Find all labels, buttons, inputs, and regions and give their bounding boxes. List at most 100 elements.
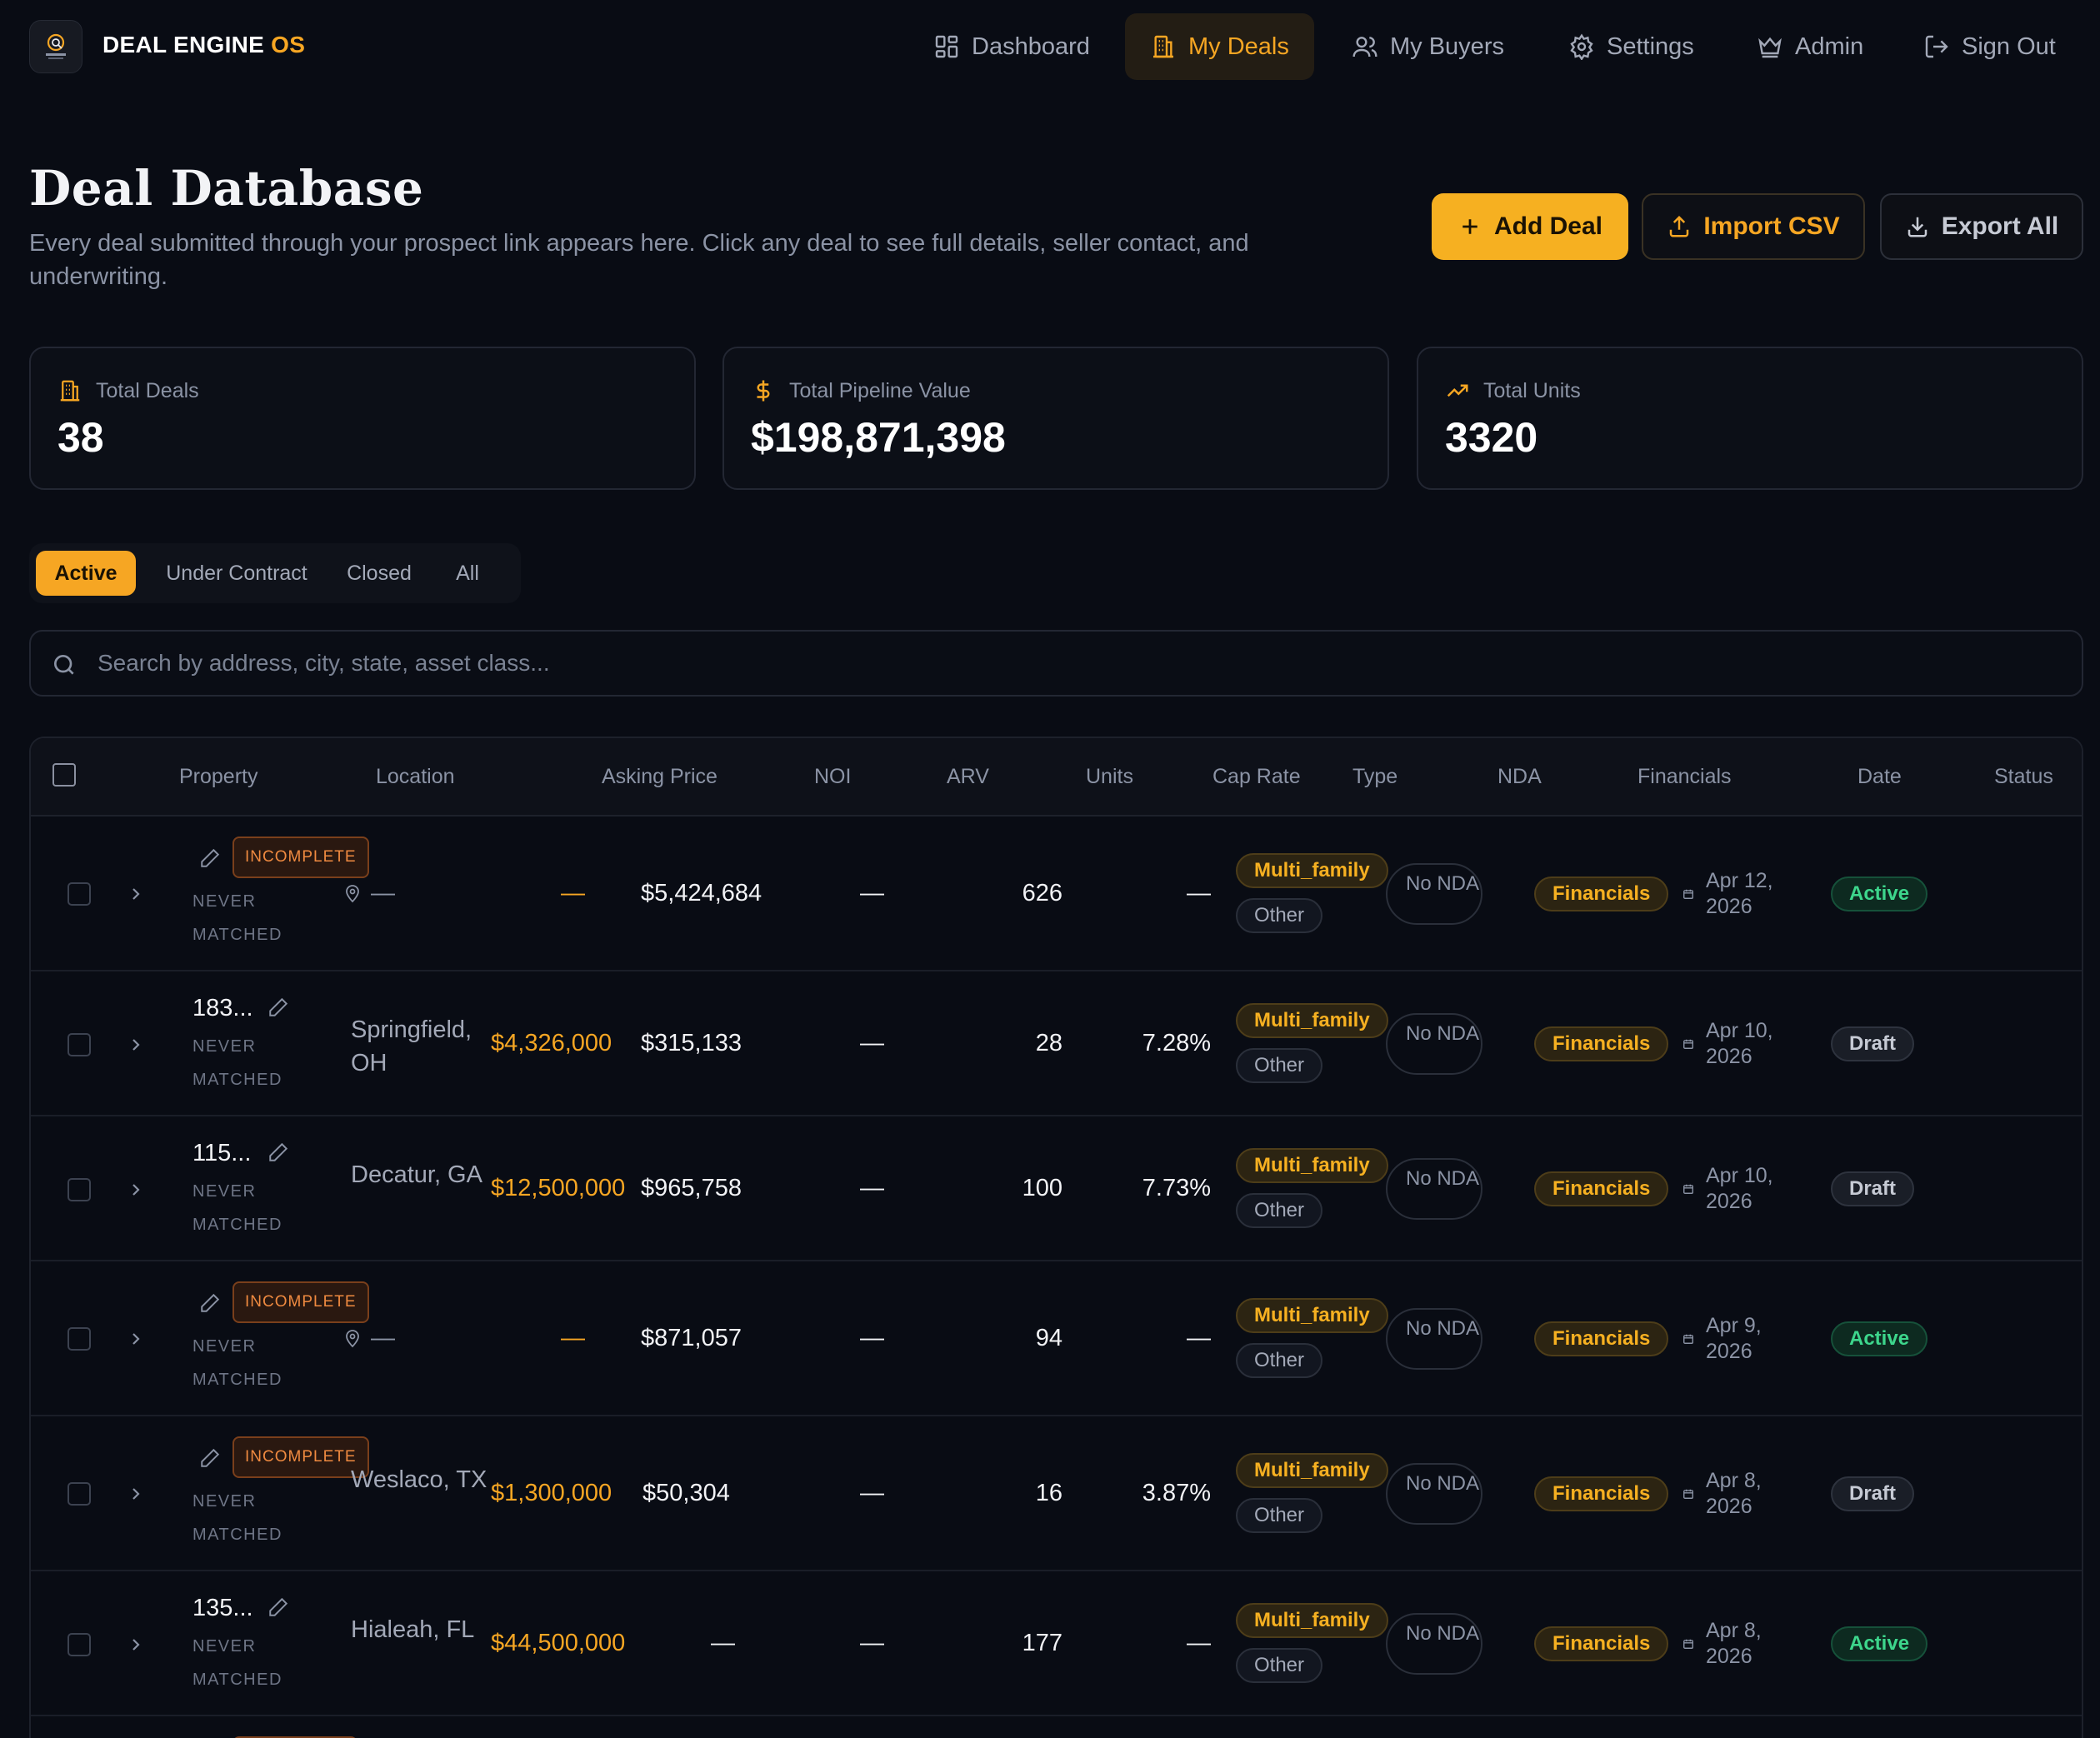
financials-pill[interactable]: Financials	[1534, 1476, 1669, 1511]
type-pill-secondary: Other	[1236, 1648, 1323, 1683]
brand-logo[interactable]	[29, 20, 82, 73]
sign-out-icon	[1925, 35, 1948, 58]
row-checkbox[interactable]	[68, 1033, 91, 1056]
nav-sign-out[interactable]: Sign Out	[1898, 13, 2081, 80]
column-header-financials[interactable]: Financials	[1638, 765, 1732, 789]
table-row[interactable]: INCOMPLETE NEVER MATCHED — — $5,424,684 …	[31, 817, 2082, 971]
nda-pill: No NDA	[1386, 1013, 1482, 1075]
asking-price-cell: —	[561, 1325, 585, 1351]
asking-price-cell: $1,300,000	[491, 1480, 612, 1506]
financials-pill[interactable]: Financials	[1534, 1171, 1669, 1206]
property-name[interactable]: 183...	[192, 995, 253, 1022]
import-csv-button[interactable]: Import CSV	[1642, 193, 1865, 260]
tab-closed[interactable]: Closed	[338, 551, 421, 596]
top-navbar: DEAL ENGINE OS Dashboard My Deals My Buye…	[0, 0, 2100, 93]
edit-icon[interactable]	[199, 1292, 221, 1314]
property-name[interactable]: 135...	[192, 1595, 253, 1622]
select-all-checkbox[interactable]	[52, 763, 76, 787]
arv-cell: —	[860, 880, 884, 906]
table-row[interactable]: 135... NEVER MATCHED Hialeah, FL $44,500…	[31, 1571, 2082, 1716]
nav-label: Settings	[1607, 32, 1694, 60]
calendar-icon	[1683, 889, 1693, 899]
export-all-button[interactable]: Export All	[1880, 193, 2083, 260]
edit-icon[interactable]	[268, 1141, 289, 1163]
type-pill: Multi_family	[1236, 1603, 1388, 1638]
table-row[interactable]: INCOMPLETE NEVER MATCHED Weslaco, TX $1,…	[31, 1416, 2082, 1571]
nav-label: Admin	[1795, 32, 1864, 60]
column-header-status[interactable]: Status	[1994, 765, 2053, 789]
property-name[interactable]: 115...	[192, 1140, 251, 1167]
column-header-noi[interactable]: NOI	[814, 765, 851, 789]
stat-label: Total Units	[1483, 378, 1581, 402]
chevron-right-icon[interactable]	[126, 1329, 146, 1349]
stat-card-total-deals: Total Deals 38	[29, 347, 696, 490]
nda-pill: No NDA	[1386, 1613, 1482, 1675]
table-row[interactable]: INCOMPLETE NEVER MATCHED — — $871,057 — …	[31, 1261, 2082, 1416]
column-header-nda[interactable]: NDA	[1498, 765, 1542, 789]
calendar-icon	[1683, 1039, 1693, 1049]
status-badge: Draft	[1831, 1476, 1915, 1511]
chevron-right-icon[interactable]	[126, 1035, 146, 1055]
chevron-right-icon[interactable]	[126, 1635, 146, 1655]
edit-icon[interactable]	[268, 996, 289, 1018]
add-deal-button[interactable]: Add Deal	[1432, 193, 1628, 260]
tab-under-contract[interactable]: Under Contract	[149, 551, 324, 596]
row-checkbox[interactable]	[68, 1482, 91, 1506]
nav-label: My Deals	[1188, 32, 1289, 60]
stat-label-row: Total Deals	[58, 378, 199, 403]
tab-active[interactable]: Active	[36, 551, 136, 596]
financials-pill[interactable]: Financials	[1534, 876, 1669, 911]
nav-settings[interactable]: Settings	[1543, 13, 1719, 80]
column-header-cap-rate[interactable]: Cap Rate	[1212, 765, 1301, 789]
row-checkbox[interactable]	[68, 1327, 91, 1351]
page-subtitle: Every deal submitted through your prospe…	[29, 230, 1249, 290]
nav-my-buyers[interactable]: My Buyers	[1327, 13, 1529, 80]
noi-cell: $315,133	[641, 1030, 742, 1056]
table-row[interactable]: 115... NEVER MATCHED Decatur, GA $12,500…	[31, 1116, 2082, 1261]
asking-price-cell: $12,500,000	[491, 1175, 626, 1201]
type-pill-secondary: Other	[1236, 898, 1323, 933]
nav-admin[interactable]: Admin	[1732, 13, 1888, 80]
dollar-icon	[757, 380, 770, 402]
arv-cell: —	[860, 1480, 884, 1506]
search-icon	[54, 655, 74, 675]
brand-name[interactable]: DEAL ENGINE OS	[102, 32, 305, 58]
column-header-arv[interactable]: ARV	[947, 765, 989, 789]
financials-pill[interactable]: Financials	[1534, 1321, 1669, 1356]
tab-all[interactable]: All	[434, 551, 501, 596]
date-cell: Apr 12, 2026	[1706, 869, 1773, 918]
column-header-property[interactable]: Property	[179, 765, 258, 789]
edit-icon[interactable]	[199, 847, 221, 869]
edit-icon[interactable]	[268, 1596, 289, 1618]
incomplete-badge: INCOMPLETE	[232, 837, 369, 878]
edit-icon[interactable]	[199, 1447, 221, 1469]
financials-pill[interactable]: Financials	[1534, 1626, 1669, 1661]
building-icon	[1153, 35, 1173, 58]
cap-rate-cell: 7.28%	[1142, 1030, 1211, 1056]
table-row[interactable]: 183... NEVER MATCHED Springfield, OH $4,…	[31, 971, 2082, 1116]
chevron-right-icon[interactable]	[126, 884, 146, 904]
column-header-date[interactable]: Date	[1858, 765, 1902, 789]
arv-cell: —	[860, 1030, 884, 1056]
chevron-right-icon[interactable]	[126, 1484, 146, 1504]
arv-cell: —	[860, 1175, 884, 1201]
row-checkbox[interactable]	[68, 882, 91, 906]
column-header-type[interactable]: Type	[1352, 765, 1398, 789]
chevron-right-icon[interactable]	[126, 1180, 146, 1200]
asking-price-cell: —	[561, 880, 585, 906]
column-header-units[interactable]: Units	[1086, 765, 1133, 789]
table-row[interactable]	[31, 1716, 2082, 1738]
location-cell: Weslaco, TX	[351, 1466, 488, 1493]
map-pin-icon	[346, 885, 359, 903]
units-cell: 177	[1022, 1630, 1062, 1656]
building-icon	[60, 380, 80, 402]
row-checkbox[interactable]	[68, 1178, 91, 1201]
financials-pill[interactable]: Financials	[1534, 1026, 1669, 1061]
nav-dashboard[interactable]: Dashboard	[908, 13, 1115, 80]
row-checkbox[interactable]	[68, 1633, 91, 1656]
column-header-location[interactable]: Location	[376, 765, 455, 789]
search-input[interactable]	[98, 640, 2064, 687]
nav-my-deals[interactable]: My Deals	[1125, 13, 1314, 80]
asking-price-cell: $4,326,000	[491, 1030, 612, 1056]
column-header-asking-price[interactable]: Asking Price	[602, 765, 718, 789]
